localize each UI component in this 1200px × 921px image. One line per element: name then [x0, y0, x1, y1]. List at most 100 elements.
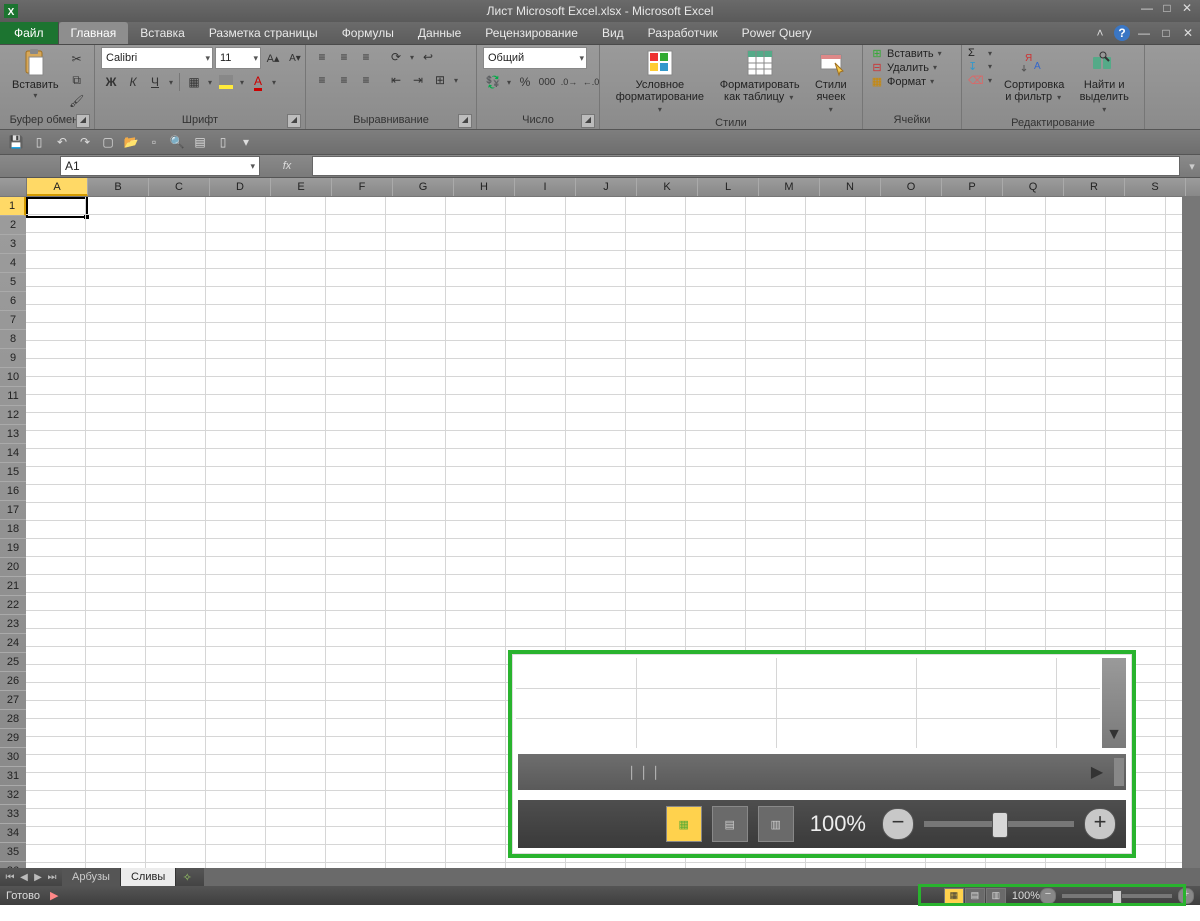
row-header[interactable]: 21	[0, 577, 26, 596]
align-top-button[interactable]: ≡	[312, 47, 332, 67]
row-header[interactable]: 9	[0, 349, 26, 368]
row-header[interactable]: 7	[0, 311, 26, 330]
tab-page-layout[interactable]: Разметка страницы	[197, 22, 330, 44]
page-break-view-button[interactable]: ▥	[986, 888, 1006, 904]
file-tab[interactable]: Файл	[0, 22, 59, 44]
column-header[interactable]: A	[27, 178, 88, 196]
row-header[interactable]: 14	[0, 444, 26, 463]
callout-zoom-slider[interactable]	[924, 821, 1074, 827]
accounting-format-button[interactable]: 💱	[483, 72, 503, 92]
clear-button[interactable]: ⌫▾	[968, 74, 994, 87]
paste-button[interactable]: Вставить ▾	[6, 47, 65, 102]
comma-style-button[interactable]: 000	[537, 72, 557, 92]
column-header[interactable]: F	[332, 178, 393, 196]
sheet-tab-slivy[interactable]: Сливы	[121, 868, 176, 886]
delete-cells-button[interactable]: ⊟Удалить▾	[869, 61, 939, 74]
row-header[interactable]: 4	[0, 254, 26, 273]
row-header[interactable]: 3	[0, 235, 26, 254]
tab-insert[interactable]: Вставка	[128, 22, 197, 44]
normal-view-button[interactable]: ▦	[944, 888, 964, 904]
tab-home[interactable]: Главная	[59, 22, 129, 44]
decrease-font-button[interactable]: A▾	[285, 48, 305, 68]
sheet-last-icon[interactable]: ⏭	[46, 872, 58, 883]
increase-font-button[interactable]: A▴	[263, 48, 283, 68]
callout-page-layout-view-button[interactable]: ▤	[712, 806, 748, 842]
row-header[interactable]: 33	[0, 805, 26, 824]
orientation-button[interactable]: ⟳	[386, 47, 406, 67]
zoom-out-button[interactable]: −	[1040, 888, 1056, 904]
row-header[interactable]: 15	[0, 463, 26, 482]
format-cells-button[interactable]: ▦Формат▾	[869, 75, 936, 88]
row-header[interactable]: 27	[0, 691, 26, 710]
qat-icon[interactable]: ▢	[98, 133, 118, 151]
row-header[interactable]: 25	[0, 653, 26, 672]
row-header[interactable]: 29	[0, 729, 26, 748]
qat-icon[interactable]: ▯	[29, 133, 49, 151]
workbook-restore-icon[interactable]: □	[1158, 25, 1174, 41]
undo-icon[interactable]: ↶	[52, 133, 72, 151]
redo-icon[interactable]: ↷	[75, 133, 95, 151]
fx-icon[interactable]: fx	[262, 155, 312, 177]
align-middle-button[interactable]: ≡	[334, 47, 354, 67]
callout-horizontal-scrollbar[interactable]: ⎹⎹⎹ ▶	[518, 754, 1126, 790]
font-size-combo[interactable]: 11▾	[215, 47, 261, 69]
row-header[interactable]: 35	[0, 843, 26, 862]
name-box[interactable]: A1▾	[60, 156, 260, 176]
row-header[interactable]: 32	[0, 786, 26, 805]
workbook-minimize-icon[interactable]: —	[1136, 25, 1152, 41]
horizontal-scrollbar[interactable]	[204, 868, 1200, 886]
new-sheet-icon[interactable]: ✧	[176, 868, 198, 886]
sheet-next-icon[interactable]: ▶	[32, 872, 44, 883]
fill-button[interactable]: ↧▾	[968, 60, 994, 73]
row-header[interactable]: 36	[0, 862, 26, 868]
align-bottom-button[interactable]: ≡	[356, 47, 376, 67]
row-header[interactable]: 23	[0, 615, 26, 634]
increase-indent-button[interactable]: ⇥	[408, 70, 428, 90]
row-header[interactable]: 1	[0, 197, 26, 216]
chevron-down-icon[interactable]: ▾	[408, 53, 416, 62]
decrease-indent-button[interactable]: ⇤	[386, 70, 406, 90]
format-painter-button[interactable]: 🖌	[67, 91, 87, 111]
column-header[interactable]: K	[637, 178, 698, 196]
select-all-corner[interactable]	[0, 178, 27, 196]
vertical-scrollbar[interactable]	[1182, 197, 1200, 868]
tab-developer[interactable]: Разработчик	[636, 22, 730, 44]
column-header[interactable]: C	[149, 178, 210, 196]
row-header[interactable]: 28	[0, 710, 26, 729]
chevron-down-icon[interactable]: ▾	[505, 78, 513, 87]
zoom-in-button[interactable]: +	[1178, 888, 1194, 904]
workbook-close-icon[interactable]: ✕	[1180, 25, 1196, 41]
fill-color-button[interactable]	[216, 72, 236, 92]
column-header[interactable]: D	[210, 178, 271, 196]
row-header[interactable]: 22	[0, 596, 26, 615]
sort-filter-button[interactable]: ЯА Сортировка и фильтр ▾	[998, 47, 1070, 105]
column-header[interactable]: M	[759, 178, 820, 196]
callout-zoom-in-button[interactable]: +	[1084, 808, 1116, 840]
callout-zoom-level-label[interactable]: 100%	[810, 811, 866, 837]
italic-button[interactable]: К	[123, 72, 143, 92]
merge-center-button[interactable]: ⊞	[430, 70, 450, 90]
row-header[interactable]: 16	[0, 482, 26, 501]
qat-icon[interactable]: ▯	[213, 133, 233, 151]
row-header[interactable]: 13	[0, 425, 26, 444]
chevron-down-icon[interactable]: ▾	[167, 78, 175, 87]
column-header[interactable]: G	[393, 178, 454, 196]
decrease-decimal-button[interactable]: ←.0	[581, 72, 601, 92]
column-header[interactable]: E	[271, 178, 332, 196]
tab-review[interactable]: Рецензирование	[473, 22, 590, 44]
macro-record-icon[interactable]: ▶	[50, 889, 58, 902]
font-color-button[interactable]: А	[248, 72, 268, 92]
row-header[interactable]: 6	[0, 292, 26, 311]
wrap-text-button[interactable]: ↩	[418, 47, 438, 67]
page-layout-view-button[interactable]: ▤	[965, 888, 985, 904]
cut-button[interactable]: ✂	[67, 49, 87, 69]
column-header[interactable]: B	[88, 178, 149, 196]
open-icon[interactable]: 📂	[121, 133, 141, 151]
insert-cells-button[interactable]: ⊞Вставить▾	[869, 47, 944, 60]
dialog-launcher-icon[interactable]: ◢	[287, 114, 301, 128]
percent-style-button[interactable]: %	[515, 72, 535, 92]
borders-button[interactable]: ▦	[184, 72, 204, 92]
column-header[interactable]: P	[942, 178, 1003, 196]
column-header[interactable]: L	[698, 178, 759, 196]
sheet-prev-icon[interactable]: ◀	[18, 872, 30, 883]
